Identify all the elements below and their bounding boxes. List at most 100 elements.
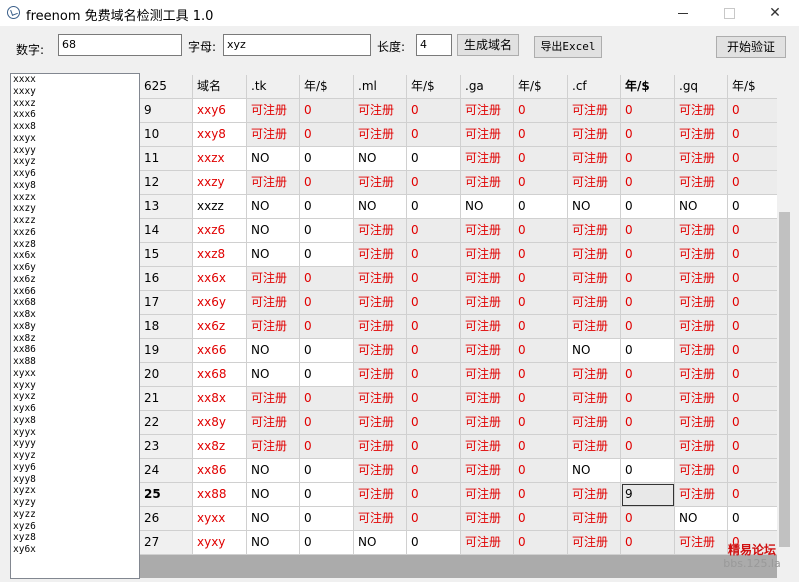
- status-cell[interactable]: NO: [247, 147, 300, 171]
- status-cell[interactable]: 可注册: [568, 435, 621, 459]
- price-cell[interactable]: 0: [621, 315, 675, 339]
- row-number[interactable]: 20: [140, 363, 193, 387]
- price-cell[interactable]: 0: [300, 195, 354, 219]
- list-item[interactable]: xxx6: [11, 109, 139, 121]
- status-cell[interactable]: 可注册: [568, 123, 621, 147]
- status-cell[interactable]: 可注册: [568, 171, 621, 195]
- status-cell[interactable]: 可注册: [675, 99, 728, 123]
- status-cell[interactable]: 可注册: [461, 507, 514, 531]
- status-cell[interactable]: NO: [247, 459, 300, 483]
- row-number[interactable]: 14: [140, 219, 193, 243]
- list-item[interactable]: xyxy: [11, 380, 139, 392]
- price-cell[interactable]: 0: [300, 459, 354, 483]
- list-item[interactable]: xyzx: [11, 485, 139, 497]
- status-cell[interactable]: 可注册: [247, 267, 300, 291]
- price-cell[interactable]: 0: [300, 243, 354, 267]
- status-cell[interactable]: NO: [247, 195, 300, 219]
- price-cell[interactable]: 0: [621, 243, 675, 267]
- price-cell[interactable]: 0: [300, 411, 354, 435]
- price-cell[interactable]: 0: [300, 291, 354, 315]
- price-cell[interactable]: 0: [300, 171, 354, 195]
- price-cell[interactable]: 0: [300, 507, 354, 531]
- price-cell[interactable]: 0: [514, 315, 568, 339]
- length-input[interactable]: 4: [416, 34, 452, 56]
- status-cell[interactable]: 可注册: [247, 387, 300, 411]
- row-number[interactable]: 18: [140, 315, 193, 339]
- price-cell[interactable]: 0: [407, 315, 461, 339]
- price-cell[interactable]: 0: [300, 99, 354, 123]
- column-header[interactable]: 年/$: [407, 75, 461, 99]
- price-cell[interactable]: 0: [621, 531, 675, 555]
- status-cell[interactable]: 可注册: [354, 339, 407, 363]
- price-cell[interactable]: 0: [728, 243, 782, 267]
- price-cell[interactable]: 0: [514, 291, 568, 315]
- domain-cell[interactable]: xxy8: [193, 123, 247, 147]
- row-number[interactable]: 16: [140, 267, 193, 291]
- domain-cell[interactable]: xxz8: [193, 243, 247, 267]
- price-cell[interactable]: 0: [621, 339, 675, 363]
- price-cell[interactable]: 0: [514, 531, 568, 555]
- status-cell[interactable]: NO: [568, 339, 621, 363]
- price-cell[interactable]: 0: [514, 483, 568, 507]
- list-item[interactable]: xyx8: [11, 415, 139, 427]
- status-cell[interactable]: 可注册: [354, 459, 407, 483]
- column-header[interactable]: .ml: [354, 75, 407, 99]
- price-cell[interactable]: 0: [407, 363, 461, 387]
- price-cell[interactable]: 0: [514, 339, 568, 363]
- status-cell[interactable]: 可注册: [247, 435, 300, 459]
- price-cell[interactable]: 0: [407, 531, 461, 555]
- domain-cell[interactable]: xx8y: [193, 411, 247, 435]
- list-item[interactable]: xyyy: [11, 438, 139, 450]
- list-item[interactable]: xyzz: [11, 509, 139, 521]
- status-cell[interactable]: 可注册: [568, 531, 621, 555]
- price-cell[interactable]: 0: [621, 219, 675, 243]
- status-cell[interactable]: 可注册: [354, 435, 407, 459]
- row-number[interactable]: 23: [140, 435, 193, 459]
- status-cell[interactable]: 可注册: [461, 123, 514, 147]
- row-number[interactable]: 17: [140, 291, 193, 315]
- column-header[interactable]: .cf: [568, 75, 621, 99]
- price-cell[interactable]: 0: [728, 195, 782, 219]
- domain-cell[interactable]: xx6y: [193, 291, 247, 315]
- price-cell[interactable]: 0: [300, 531, 354, 555]
- domain-cell[interactable]: xx6x: [193, 267, 247, 291]
- domain-cell[interactable]: xyxy: [193, 531, 247, 555]
- status-cell[interactable]: NO: [461, 195, 514, 219]
- status-cell[interactable]: 可注册: [675, 267, 728, 291]
- status-cell[interactable]: 可注册: [675, 147, 728, 171]
- price-cell[interactable]: 0: [728, 387, 782, 411]
- status-cell[interactable]: 可注册: [675, 363, 728, 387]
- status-cell[interactable]: 可注册: [675, 339, 728, 363]
- row-number[interactable]: 19: [140, 339, 193, 363]
- status-cell[interactable]: 可注册: [461, 291, 514, 315]
- status-cell[interactable]: NO: [247, 363, 300, 387]
- price-cell[interactable]: 0: [621, 387, 675, 411]
- price-cell[interactable]: 0: [621, 171, 675, 195]
- price-cell[interactable]: 0: [407, 411, 461, 435]
- price-cell[interactable]: 0: [407, 483, 461, 507]
- price-cell[interactable]: 0: [621, 507, 675, 531]
- row-number[interactable]: 13: [140, 195, 193, 219]
- close-icon[interactable]: ✕: [752, 0, 798, 26]
- list-item[interactable]: xxxy: [11, 86, 139, 98]
- column-header[interactable]: 625: [140, 75, 193, 99]
- status-cell[interactable]: 可注册: [568, 387, 621, 411]
- status-cell[interactable]: 可注册: [354, 387, 407, 411]
- status-cell[interactable]: NO: [247, 507, 300, 531]
- price-cell[interactable]: 0: [514, 99, 568, 123]
- list-item[interactable]: xxyx: [11, 133, 139, 145]
- price-cell[interactable]: 0: [300, 387, 354, 411]
- list-item[interactable]: xx88: [11, 356, 139, 368]
- list-item[interactable]: xyz6: [11, 521, 139, 533]
- status-cell[interactable]: 可注册: [354, 363, 407, 387]
- status-cell[interactable]: 可注册: [247, 171, 300, 195]
- list-item[interactable]: xx66: [11, 286, 139, 298]
- list-item[interactable]: xx6x: [11, 250, 139, 262]
- domain-cell[interactable]: xyxx: [193, 507, 247, 531]
- list-item[interactable]: xyy8: [11, 474, 139, 486]
- price-cell[interactable]: 0: [728, 507, 782, 531]
- status-cell[interactable]: 可注册: [568, 99, 621, 123]
- row-number[interactable]: 24: [140, 459, 193, 483]
- domain-cell[interactable]: xxz6: [193, 219, 247, 243]
- status-cell[interactable]: 可注册: [461, 99, 514, 123]
